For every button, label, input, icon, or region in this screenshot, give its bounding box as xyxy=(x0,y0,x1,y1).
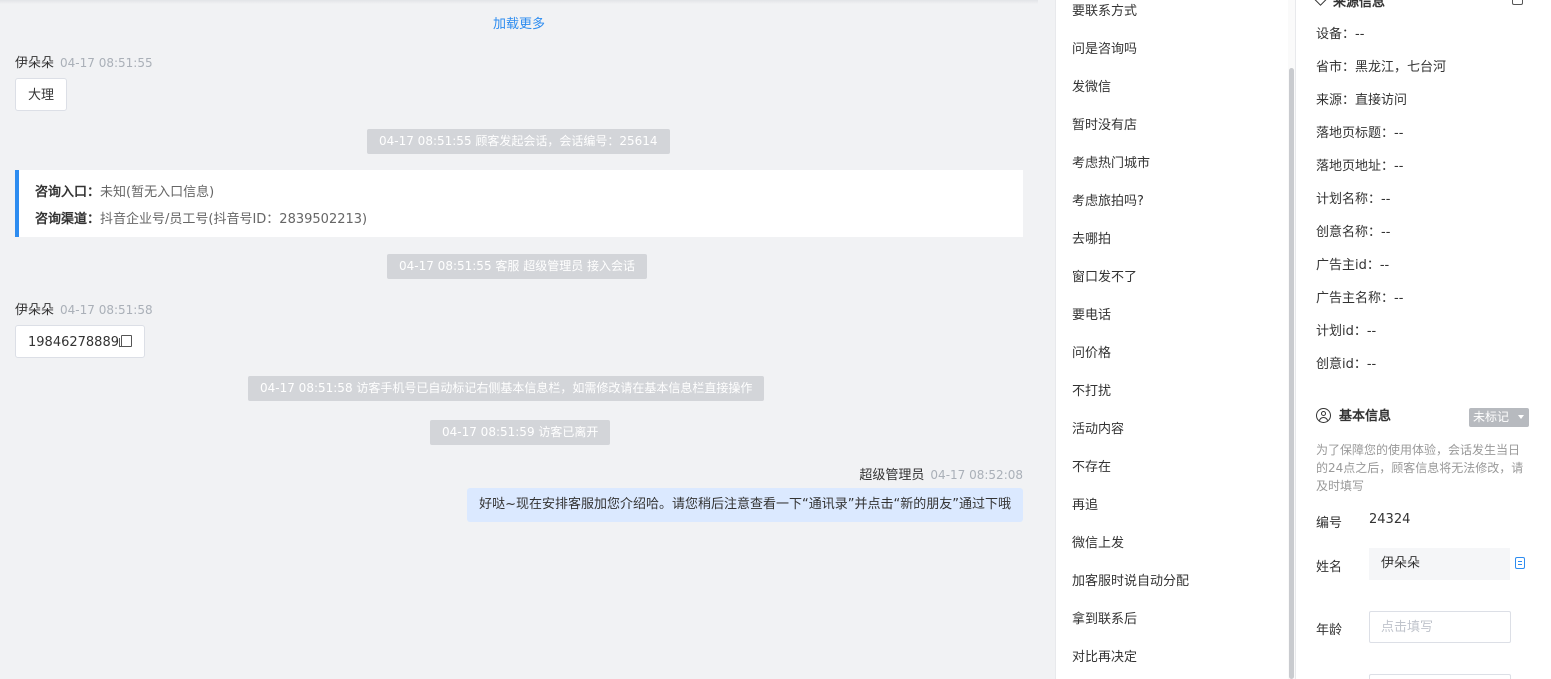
mark-status-label: 未标记 xyxy=(1473,410,1510,424)
chat-workspace: 加载更多 伊朵朵 04-17 08:51:55 大理 04-17 08:51:55… xyxy=(0,0,1551,679)
age-input[interactable] xyxy=(1369,611,1511,643)
basic-info-title: 基本信息 xyxy=(1316,407,1391,427)
quick-reply-scrollbar[interactable] xyxy=(1288,0,1295,679)
quick-reply-item[interactable]: 再追 xyxy=(1072,496,1098,516)
quick-reply-item[interactable]: 要电话 xyxy=(1072,306,1111,326)
consult-channel-value: 抖音企业号/员工号(抖音号ID：2839502213) xyxy=(100,212,368,227)
message-time: 04-17 08:51:58 xyxy=(60,303,153,317)
age-label: 年龄 xyxy=(1316,623,1343,638)
quick-reply-item[interactable]: 暂时没有店 xyxy=(1072,116,1137,136)
quick-reply-item[interactable]: 活动内容 xyxy=(1072,420,1124,440)
source-field-advertiser-name: 广告主名称：-- xyxy=(1316,291,1404,306)
source-info-icon xyxy=(1314,0,1327,6)
consult-channel-label: 咨询渠道： xyxy=(35,212,101,227)
message-time: 04-17 08:51:55 xyxy=(60,56,153,70)
id-value: 24324 xyxy=(1369,512,1411,527)
caret-down-icon xyxy=(1518,415,1524,419)
quick-reply-item[interactable]: 发微信 xyxy=(1072,78,1111,98)
next-field-input[interactable] xyxy=(1369,674,1511,679)
sender-name: 伊朵朵 xyxy=(15,56,55,71)
visitor-sender: 伊朵朵 04-17 08:51:55 xyxy=(15,52,153,71)
source-field-landing-url: 落地页地址：-- xyxy=(1316,159,1404,174)
sender-name: 伊朵朵 xyxy=(15,303,55,318)
source-field-plan-id: 计划id：-- xyxy=(1316,324,1377,339)
name-label: 姓名 xyxy=(1316,560,1343,575)
scrollbar-thumb[interactable] xyxy=(1289,68,1294,679)
quick-reply-list: 要联系方式 问是咨询吗 发微信 暂时没有店 考虑热门城市 考虑旅拍吗? 去哪拍 … xyxy=(1055,0,1289,679)
agent-sender: 超级管理员 04-17 08:52:08 xyxy=(859,464,1023,483)
quick-reply-item[interactable]: 对比再决定 xyxy=(1072,648,1137,668)
system-message-session-start: 04-17 08:51:55 顾客发起会话，会话编号：25614 xyxy=(367,129,670,154)
consult-channel-row: 咨询渠道：抖音企业号/员工号(抖音号ID：2839502213) xyxy=(35,206,1007,233)
quick-reply-item[interactable]: 不存在 xyxy=(1072,458,1111,478)
edit-icon[interactable] xyxy=(1512,0,1523,5)
source-field-creative-name: 创意名称：-- xyxy=(1316,225,1391,240)
source-field-source: 来源：直接访问 xyxy=(1316,93,1408,108)
quick-reply-item[interactable]: 微信上发 xyxy=(1072,534,1124,554)
quick-reply-item[interactable]: 去哪拍 xyxy=(1072,230,1111,250)
copy-icon[interactable] xyxy=(118,335,132,347)
quick-reply-item[interactable]: 不打扰 xyxy=(1072,382,1111,402)
quick-reply-item[interactable]: 窗口发不了 xyxy=(1072,268,1137,288)
load-more-link[interactable]: 加载更多 xyxy=(0,13,1038,32)
agent-message: 好哒~现在安排客服加您介绍哈。请您稍后注意查看一下“通讯录”并点击“新的朋友”通… xyxy=(467,488,1023,522)
top-divider xyxy=(0,0,1038,4)
source-field-creative-id: 创意id：-- xyxy=(1316,357,1377,372)
sender-name: 超级管理员 xyxy=(859,468,925,483)
system-message-auto-mark: 04-17 08:51:58 访客手机号已自动标记右侧基本信息栏，如需修改请在基… xyxy=(248,376,765,401)
message-text: 19846278889 xyxy=(28,335,119,350)
id-label: 编号 xyxy=(1316,516,1343,531)
source-info-title: 来源信息 xyxy=(1314,0,1386,10)
chat-panel: 加载更多 伊朵朵 04-17 08:51:55 大理 04-17 08:51:55… xyxy=(0,0,1038,679)
source-field-device: 设备：-- xyxy=(1316,27,1365,42)
copy-icon[interactable] xyxy=(1515,557,1525,569)
quick-reply-item[interactable]: 问是咨询吗 xyxy=(1072,40,1137,60)
quick-reply-item[interactable]: 要联系方式 xyxy=(1072,2,1137,22)
visitor-message: 大理 xyxy=(15,78,68,111)
source-field-plan-name: 计划名称：-- xyxy=(1316,192,1391,207)
quick-reply-item[interactable]: 考虑旅拍吗? xyxy=(1072,192,1144,212)
consult-entry-row: 咨询入口：未知(暂无入口信息) xyxy=(35,179,1007,206)
consult-info-card: 咨询入口：未知(暂无入口信息) 咨询渠道：抖音企业号/员工号(抖音号ID：283… xyxy=(15,170,1023,237)
source-info-title-text: 来源信息 xyxy=(1333,0,1386,10)
user-icon xyxy=(1316,408,1331,423)
consult-entry-value: 未知(暂无入口信息) xyxy=(100,185,215,200)
quick-reply-item[interactable]: 加客服时说自动分配 xyxy=(1072,572,1189,592)
source-field-advertiser-id: 广告主id：-- xyxy=(1316,258,1390,273)
system-message-agent-join: 04-17 08:51:55 客服 超级管理员 接入会话 xyxy=(387,254,648,279)
quick-reply-item[interactable]: 拿到联系后 xyxy=(1072,610,1137,630)
message-text: 大理 xyxy=(28,88,55,103)
mark-status-dropdown[interactable]: 未标记 xyxy=(1469,408,1529,427)
system-message-visitor-left: 04-17 08:51:59 访客已离开 xyxy=(430,420,611,445)
source-field-landing-title: 落地页标题：-- xyxy=(1316,126,1404,141)
consult-entry-label: 咨询入口： xyxy=(35,185,101,200)
visitor-sender: 伊朵朵 04-17 08:51:58 xyxy=(15,299,153,318)
basic-info-title-text: 基本信息 xyxy=(1339,409,1392,424)
edit-notice: 为了保障您的使用体验，会话发生当日的24点之后，顾客信息将无法修改，请及时填写 xyxy=(1316,443,1524,493)
message-time: 04-17 08:52:08 xyxy=(930,468,1023,482)
visitor-message-phone: 19846278889 xyxy=(15,325,145,358)
quick-reply-item[interactable]: 问价格 xyxy=(1072,344,1111,364)
name-field[interactable]: 伊朵朵 xyxy=(1369,548,1510,580)
source-field-region: 省市：黑龙江，七台河 xyxy=(1316,60,1447,75)
quick-reply-item[interactable]: 考虑热门城市 xyxy=(1072,154,1150,174)
customer-info-panel: 来源信息 设备：-- 省市：黑龙江，七台河 来源：直接访问 落地页标题：-- 落… xyxy=(1295,0,1551,679)
